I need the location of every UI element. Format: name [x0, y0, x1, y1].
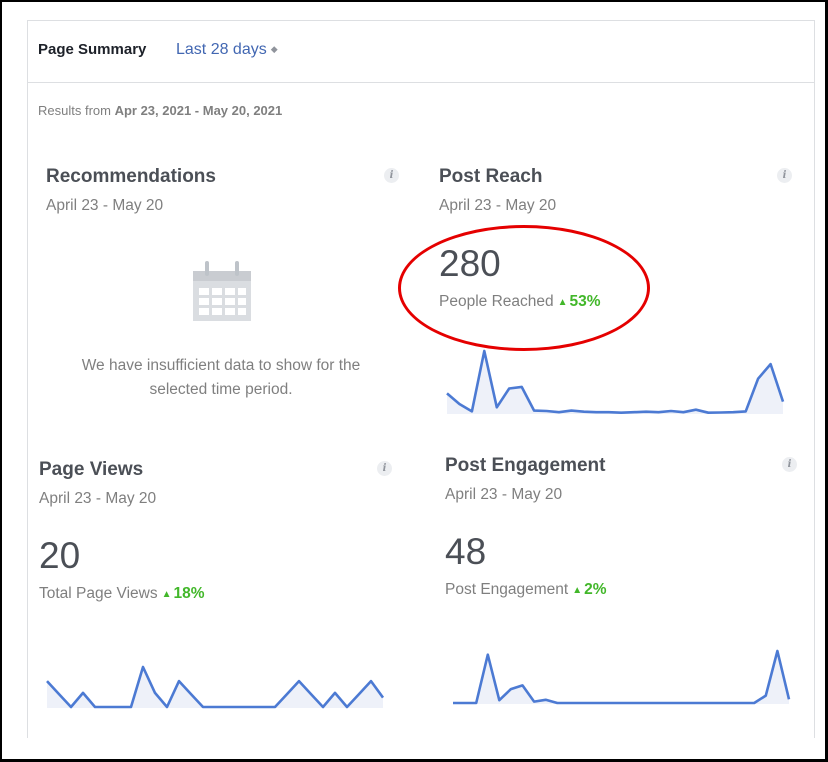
info-icon[interactable]: i [782, 457, 797, 472]
metric-label-text: Post Engagement [445, 581, 569, 598]
card-date: April 23 - May 20 [445, 486, 563, 503]
metric-delta: ▲ 18% [162, 585, 205, 602]
metric-label-text: Total Page Views [39, 585, 158, 602]
card-title: Post Reach [439, 166, 543, 187]
page-views-sparkline [46, 665, 385, 709]
info-icon[interactable]: i [384, 168, 399, 183]
results-prefix: Results from [38, 103, 115, 118]
results-range: Results from Apr 23, 2021 - May 20, 2021 [38, 103, 282, 118]
metric-delta: ▲ 2% [572, 581, 606, 598]
highlight-oval [398, 225, 650, 351]
date-range-dropdown[interactable]: Last 28 days ◆ [176, 41, 278, 59]
card-title: Post Engagement [445, 455, 606, 476]
triangle-up-icon: ▲ [572, 585, 583, 596]
summary-title: Page Summary [38, 41, 147, 58]
metric-delta-value: 18% [173, 585, 205, 602]
sparkline-line [446, 349, 785, 414]
post-engagement-sparkline [453, 649, 791, 705]
calendar-icon [193, 261, 251, 321]
triangle-up-icon: ▲ [161, 589, 172, 600]
empty-state-line: We have insufficient data to show for th… [81, 357, 361, 374]
sparkline-area [47, 667, 383, 708]
metric-value: 20 [39, 535, 81, 576]
info-icon[interactable]: i [777, 168, 792, 183]
metric-label: Post Engagement ▲ 2% [445, 581, 607, 599]
empty-state-line: selected time period. [149, 381, 293, 398]
metric-label: Total Page Views ▲ 18% [39, 585, 205, 603]
card-date: April 23 - May 20 [46, 197, 164, 214]
card-date: April 23 - May 20 [439, 197, 557, 214]
card-date: April 23 - May 20 [39, 490, 157, 507]
date-range-label: Last 28 days [176, 41, 267, 58]
empty-state-message: We have insufficient data to show for th… [46, 354, 396, 402]
recommendations-card: Recommendations April 23 - May 20 i We h… [46, 166, 399, 416]
summary-header: Page Summary Last 28 days ◆ [28, 21, 814, 83]
sparkline-line [453, 649, 791, 705]
sort-arrows-icon: ◆ [270, 44, 278, 54]
page-summary-panel: Page Summary Last 28 days ◆ Results from … [27, 20, 815, 738]
results-dates: Apr 23, 2021 - May 20, 2021 [114, 103, 283, 118]
card-title: Recommendations [46, 166, 216, 187]
screenshot-frame: Page Summary Last 28 days ◆ Results from … [0, 0, 828, 762]
info-icon[interactable]: i [377, 461, 392, 476]
metric-value: 48 [445, 531, 487, 572]
post-reach-sparkline [446, 349, 785, 414]
card-title: Page Views [39, 459, 144, 480]
metric-delta-value: 2% [584, 581, 607, 598]
